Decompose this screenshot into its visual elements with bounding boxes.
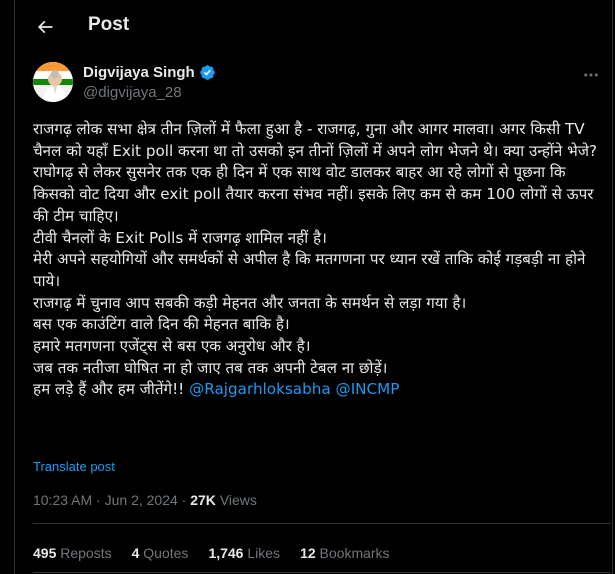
arrow-left-icon (37, 20, 53, 34)
page-title: Post (88, 14, 130, 35)
more-options-button[interactable] (580, 64, 602, 86)
engagement-stats: 495 Reposts 4 Quotes 1,746 Likes 12 Book… (33, 545, 390, 561)
mention-rajgarhloksabha[interactable]: @Rajgarhloksabha (189, 380, 331, 398)
likes-count: 1,746 (208, 545, 244, 561)
meta-separator: · (181, 492, 187, 508)
post-detail-panel: Post Digvijaya Singh @digvijaya_28 राजगढ… (14, 0, 613, 574)
post-paragraph: राघोगढ़ से लेकर सुसनेर तक एक ही दिन में … (33, 163, 594, 225)
post-closing-text: हम लड़े हैं और हम जीतेंगे!! (33, 380, 190, 399)
quotes-stat[interactable]: 4 Quotes (132, 545, 189, 561)
post-paragraph: राजगढ़ में चुनाव आप सबकी कड़ी मेहनत और ज… (33, 293, 467, 312)
divider (33, 523, 611, 524)
post-text: राजगढ़ लोक सभा क्षेत्र तीन ज़िलों में फै… (33, 119, 611, 401)
post-paragraph: टीवी चैनलों के Exit Polls में राजगढ़ शाम… (33, 228, 327, 247)
translate-post-link[interactable]: Translate post (33, 459, 115, 474)
likes-stat[interactable]: 1,746 Likes (208, 545, 280, 561)
reposts-label: Reposts (60, 545, 112, 561)
back-button[interactable] (29, 11, 61, 43)
author-handle[interactable]: @digvijaya_28 (83, 84, 182, 101)
views-count: 27K (190, 492, 216, 508)
avatar[interactable] (33, 62, 73, 102)
post-paragraph-last: हम लड़े हैं और हम जीतेंगे!! @Rajgarhloks… (33, 379, 611, 401)
bookmarks-stat[interactable]: 12 Bookmarks (300, 545, 390, 561)
author-name-row: Digvijaya Singh (83, 64, 216, 81)
post-paragraph: जब तक नतीजा घोषित ना हो जाए तब तक अपनी ट… (33, 358, 388, 377)
post-paragraph: हमारे मतगणना एजेंट्स से बस एक अनुरोध और … (33, 337, 311, 356)
reposts-count: 495 (33, 545, 57, 561)
post-paragraph: बस एक काउंटिंग वाले दिन की मेहनत बाकि है… (33, 315, 290, 334)
reposts-stat[interactable]: 495 Reposts (33, 545, 112, 561)
post-date[interactable]: Jun 2, 2024 (105, 492, 178, 508)
post-time[interactable]: 10:23 AM (33, 492, 92, 508)
bookmarks-label: Bookmarks (319, 545, 390, 561)
verified-badge-icon (199, 65, 215, 80)
author-name[interactable]: Digvijaya Singh (83, 64, 195, 81)
meta-separator: · (96, 492, 101, 508)
quotes-label: Quotes (143, 545, 189, 561)
quotes-count: 4 (131, 545, 140, 561)
views-label: Views (219, 492, 257, 508)
mention-incmp[interactable]: @INCMP (336, 380, 400, 398)
post-meta: 10:23 AM · Jun 2, 2024 · 27K Views (33, 492, 257, 508)
avatar-image (33, 62, 73, 102)
bookmarks-count: 12 (300, 545, 316, 561)
divider (33, 572, 611, 573)
likes-label: Likes (247, 545, 281, 561)
post-paragraph: मेरी अपने सहयोगियों और समर्थकों से अपील … (33, 250, 586, 290)
header-bar: Post (15, 0, 612, 54)
more-horizontal-icon (584, 73, 598, 77)
post-paragraph: राजगढ़ लोक सभा क्षेत्र तीन ज़िलों में फै… (33, 120, 598, 160)
